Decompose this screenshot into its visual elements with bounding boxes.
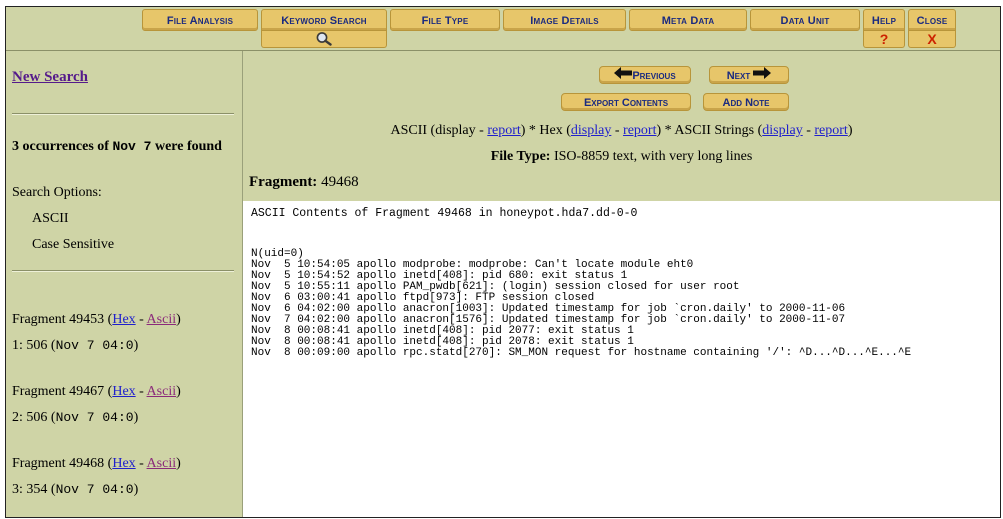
sidebar-divider (12, 113, 234, 115)
views-text: ASCII (display - (390, 123, 488, 138)
next-button[interactable]: Next (709, 66, 789, 84)
fragment-header: Previous Next Export Contents Add Note A… (243, 51, 1000, 201)
fragment-result-2: Fragment 49467 (Hex - Ascii) 2: 506 (Nov… (12, 379, 181, 431)
views-text: ) * ASCII Strings ( (656, 123, 763, 138)
content-line: Nov 8 00:09:00 apollo rpc.statd[270]: SM… (251, 347, 912, 359)
fragment-offset: 2: 506 ( (12, 410, 56, 425)
tab-file-type[interactable]: File Type (390, 9, 500, 31)
fragment-match-text: Nov 7 04:0 (55, 482, 134, 497)
hex-report-link[interactable]: report (623, 123, 656, 138)
tab-close[interactable]: Close (908, 9, 956, 31)
fragment-match-text: Nov 7 04:0 (55, 338, 134, 353)
fragment-offset: 1: 506 ( (12, 338, 56, 353)
fragment-offset: 3: 354 ( (12, 482, 56, 497)
fragment-match-end: ) (133, 410, 139, 425)
fragment-label: Fragment 49453 ( (12, 312, 113, 327)
strings-display-link[interactable]: display (762, 123, 802, 138)
fragment-result-1: Fragment 49453 (Hex - Ascii) 1: 506 (Nov… (12, 307, 181, 359)
fragment-label-end: ) (176, 312, 181, 327)
occurrences-term: Nov 7 (112, 139, 152, 154)
arrow-left-icon (614, 67, 633, 85)
keyword-search-icon-area[interactable] (261, 31, 387, 48)
fragment-ascii-link[interactable]: Ascii (147, 456, 177, 471)
views-text: - (802, 123, 815, 138)
close-x-icon[interactable]: X (908, 31, 956, 48)
tab-keyword-search[interactable]: Keyword Search (261, 9, 387, 31)
fragment-label-end: ) (176, 384, 181, 399)
fragment-hex-link[interactable]: Hex (112, 384, 135, 399)
top-toolbar: File Analysis Keyword Search File Type I… (6, 7, 1000, 51)
ascii-report-link[interactable]: report (487, 123, 520, 138)
magnifier-icon (313, 31, 335, 50)
export-contents-button[interactable]: Export Contents (561, 93, 691, 111)
fragment-match-end: ) (133, 482, 139, 497)
question-mark-icon: ? (879, 31, 889, 47)
fragment-label: Fragment: (249, 174, 318, 190)
views-text: ) (847, 123, 853, 138)
tab-data-unit[interactable]: Data Unit (750, 9, 860, 31)
fragment-ascii-link[interactable]: Ascii (147, 384, 177, 399)
contents-title: ASCII Contents of Fragment 49468 in hone… (251, 207, 638, 220)
tab-image-details[interactable]: Image Details (503, 9, 626, 31)
occurrences-prefix: 3 occurrences of (12, 139, 113, 154)
fragment-contents: ASCII Contents of Fragment 49468 in hone… (243, 201, 1000, 517)
next-label: Next (726, 70, 751, 82)
file-type-line: File Type: ISO-8859 text, with very long… (243, 149, 1000, 165)
fragment-result-3: Fragment 49468 (Hex - Ascii) 3: 354 (Nov… (12, 451, 181, 503)
search-option-case-sensitive: Case Sensitive (32, 237, 115, 252)
toolbar-blank-area (6, 7, 139, 50)
new-search-link[interactable]: New Search (12, 69, 88, 86)
fragment-label-end: ) (176, 456, 181, 471)
fragment-match-end: ) (133, 338, 139, 353)
sidebar-divider (12, 270, 234, 272)
add-note-button[interactable]: Add Note (703, 93, 789, 111)
fragment-value: 49468 (317, 174, 359, 190)
link-separator: - (135, 384, 147, 399)
strings-report-link[interactable]: report (814, 123, 847, 138)
tab-file-analysis[interactable]: File Analysis (142, 9, 258, 31)
tab-meta-data[interactable]: Meta Data (629, 9, 747, 31)
views-text: ) * Hex ( (520, 123, 571, 138)
view-mode-links: ASCII (display - report) * Hex (display … (243, 123, 1000, 139)
contents-text: N(uid=0) Nov 5 10:54:05 apollo modprobe:… (251, 249, 911, 359)
occurrences-suffix: were found (151, 139, 222, 154)
app-window: File Analysis Keyword Search File Type I… (5, 6, 1001, 518)
link-separator: - (135, 456, 147, 471)
occurrences-summary: 3 occurrences of Nov 7 were found (12, 134, 238, 160)
link-separator: - (135, 312, 147, 327)
search-option-ascii: ASCII (32, 211, 69, 226)
previous-button[interactable]: Previous (599, 66, 691, 84)
file-type-label: File Type: (490, 149, 551, 164)
views-text: - (611, 123, 624, 138)
fragment-label: Fragment 49468 ( (12, 456, 113, 471)
arrow-right-icon (753, 67, 772, 85)
previous-label: Previous (632, 70, 676, 82)
help-question-icon[interactable]: ? (863, 31, 905, 48)
fragment-number: Fragment: 49468 (249, 174, 359, 191)
fragment-ascii-link[interactable]: Ascii (147, 312, 177, 327)
hex-display-link[interactable]: display (571, 123, 611, 138)
fragment-match-text: Nov 7 04:0 (55, 410, 134, 425)
close-icon: X (927, 31, 937, 47)
tab-help[interactable]: Help (863, 9, 905, 31)
results-sidebar: New Search 3 occurrences of Nov 7 were f… (6, 51, 243, 517)
file-type-value: ISO-8859 text, with very long lines (550, 149, 753, 164)
fragment-hex-link[interactable]: Hex (112, 312, 135, 327)
search-options-label: Search Options: (12, 185, 102, 200)
fragment-hex-link[interactable]: Hex (112, 456, 135, 471)
fragment-label: Fragment 49467 ( (12, 384, 113, 399)
